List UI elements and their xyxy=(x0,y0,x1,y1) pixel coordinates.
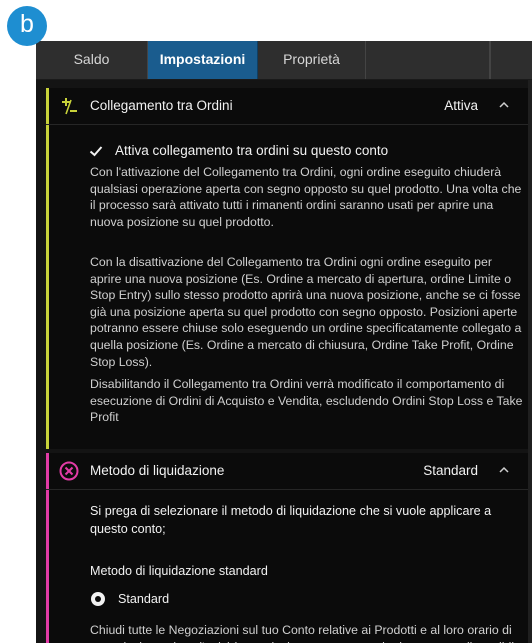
liquidation-standard-radio-label[interactable]: Standard xyxy=(118,590,169,608)
order-linking-section: Collegamento tra Ordini Attiva Attiva co… xyxy=(46,88,532,449)
liquidation-subheading: Metodo di liquidazione standard xyxy=(90,564,268,578)
tab-saldo[interactable]: Saldo xyxy=(36,41,148,79)
checkbox-checked-icon[interactable] xyxy=(88,143,104,159)
step-badge: b xyxy=(7,6,47,46)
order-linking-title: Collegamento tra Ordini xyxy=(90,98,233,113)
liquidation-description: Chiudi tutte le Negoziazioni sul tuo Con… xyxy=(90,623,521,643)
close-circle-icon xyxy=(59,461,79,481)
radio-selected-icon[interactable] xyxy=(90,591,106,607)
liquidation-method-status: Standard xyxy=(423,463,478,478)
liquidation-method-section: Metodo di liquidazione Standard Si prega… xyxy=(46,453,532,643)
chevron-up-icon[interactable] xyxy=(498,464,510,476)
tab-bar: Saldo Impostazioni Proprietà xyxy=(36,41,532,80)
order-linking-paragraph-2: Con la disattivazione del Collegamento t… xyxy=(90,255,522,369)
order-linking-checkbox-label[interactable]: Attiva collegamento tra ordini su questo… xyxy=(115,142,388,160)
liquidation-method-header[interactable]: Metodo di liquidazione Standard xyxy=(46,453,532,490)
order-linking-paragraph-3: Disabilitando il Collegamento tra Ordini… xyxy=(90,377,523,425)
tab-divider xyxy=(490,41,491,79)
order-linking-paragraph-1: Con l'attivazione del Collegamento tra O… xyxy=(90,165,522,229)
section-accent-bar xyxy=(46,88,49,449)
settings-window: Saldo Impostazioni Proprietà Collegament… xyxy=(36,41,532,643)
plus-minus-icon xyxy=(62,98,77,115)
tab-impostazioni[interactable]: Impostazioni xyxy=(148,41,258,79)
liquidation-method-title: Metodo di liquidazione xyxy=(90,463,225,478)
order-linking-header[interactable]: Collegamento tra Ordini Attiva xyxy=(46,88,532,125)
tab-empty-slot xyxy=(366,41,490,79)
liquidation-intro-text: Si prega di selezionare il metodo di liq… xyxy=(90,504,492,536)
scrollbar[interactable] xyxy=(528,80,532,643)
order-linking-status: Attiva xyxy=(444,98,478,113)
tab-proprieta[interactable]: Proprietà xyxy=(258,41,366,79)
chevron-up-icon[interactable] xyxy=(498,99,510,111)
